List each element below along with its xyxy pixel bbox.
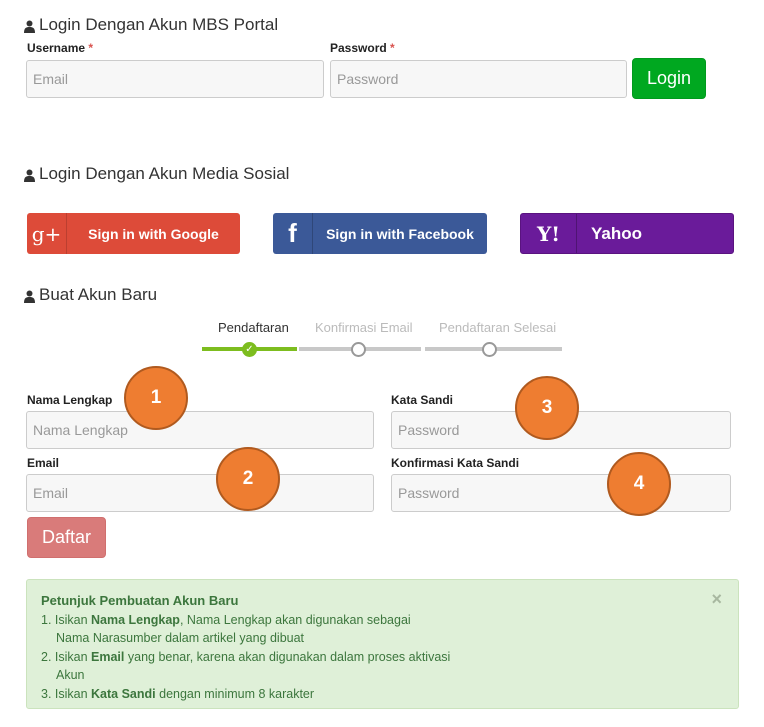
list-item: 2. Isikan Email yang benar, karena akan … — [41, 649, 451, 683]
konfirmasi-kata-sandi-label: Konfirmasi Kata Sandi — [391, 456, 520, 470]
step-pendaftaran-label: Pendaftaran — [218, 320, 289, 335]
username-label: Username * — [27, 41, 94, 55]
user-icon — [24, 290, 35, 303]
list-item: 3. Isikan Kata Sandi dengan minimum 8 ka… — [41, 686, 315, 701]
close-icon[interactable]: × — [711, 590, 722, 609]
email-label: Email — [27, 456, 60, 470]
check-icon: ✓ — [242, 342, 257, 357]
list-item: 1. Isikan Nama Lengkap, Nama Lengkap aka… — [41, 612, 411, 646]
social-login-title: Login Dengan Akun Media Sosial — [24, 164, 289, 184]
step-dot — [351, 342, 366, 357]
google-plus-icon: g+ — [27, 213, 67, 254]
user-icon — [24, 169, 35, 182]
facebook-signin-button[interactable]: f Sign in with Facebook — [273, 213, 487, 254]
step-konfirmasi-label: Konfirmasi Email — [315, 320, 413, 335]
instructions-alert: × Petunjuk Pembuatan Akun Baru 1. Isikan… — [26, 579, 739, 709]
login-button[interactable]: Login — [632, 58, 706, 99]
kata-sandi-label: Kata Sandi — [391, 393, 454, 407]
facebook-icon: f — [273, 213, 313, 254]
konfirmasi-kata-sandi-input[interactable] — [391, 474, 731, 512]
required-mark: * — [88, 41, 94, 55]
instructions-title: Petunjuk Pembuatan Akun Baru — [41, 593, 239, 608]
password-label: Password * — [330, 41, 395, 55]
annotation-badge-4: 4 — [607, 452, 671, 516]
user-icon — [24, 20, 35, 33]
annotation-badge-2: 2 — [216, 447, 280, 511]
required-mark: * — [390, 41, 395, 55]
nama-lengkap-label: Nama Lengkap — [27, 393, 113, 407]
step-selesai-label: Pendaftaran Selesai — [439, 320, 557, 335]
annotation-badge-1: 1 — [124, 366, 188, 430]
yahoo-icon: Y! — [521, 214, 577, 253]
annotation-badge-3: 3 — [515, 376, 579, 440]
daftar-button[interactable]: Daftar — [27, 517, 106, 558]
register-title: Buat Akun Baru — [24, 285, 157, 305]
register-email-input[interactable] — [26, 474, 374, 512]
step-dot — [482, 342, 497, 357]
google-signin-button[interactable]: g+ Sign in with Google — [27, 213, 240, 254]
portal-login-title: Login Dengan Akun MBS Portal — [24, 15, 278, 35]
username-email-input[interactable] — [26, 60, 324, 98]
yahoo-signin-button[interactable]: Y! Yahoo — [520, 213, 734, 254]
nama-lengkap-input[interactable] — [26, 411, 374, 449]
login-password-input[interactable] — [330, 60, 627, 98]
instructions-list: 1. Isikan Nama Lengkap, Nama Lengkap aka… — [41, 611, 724, 704]
